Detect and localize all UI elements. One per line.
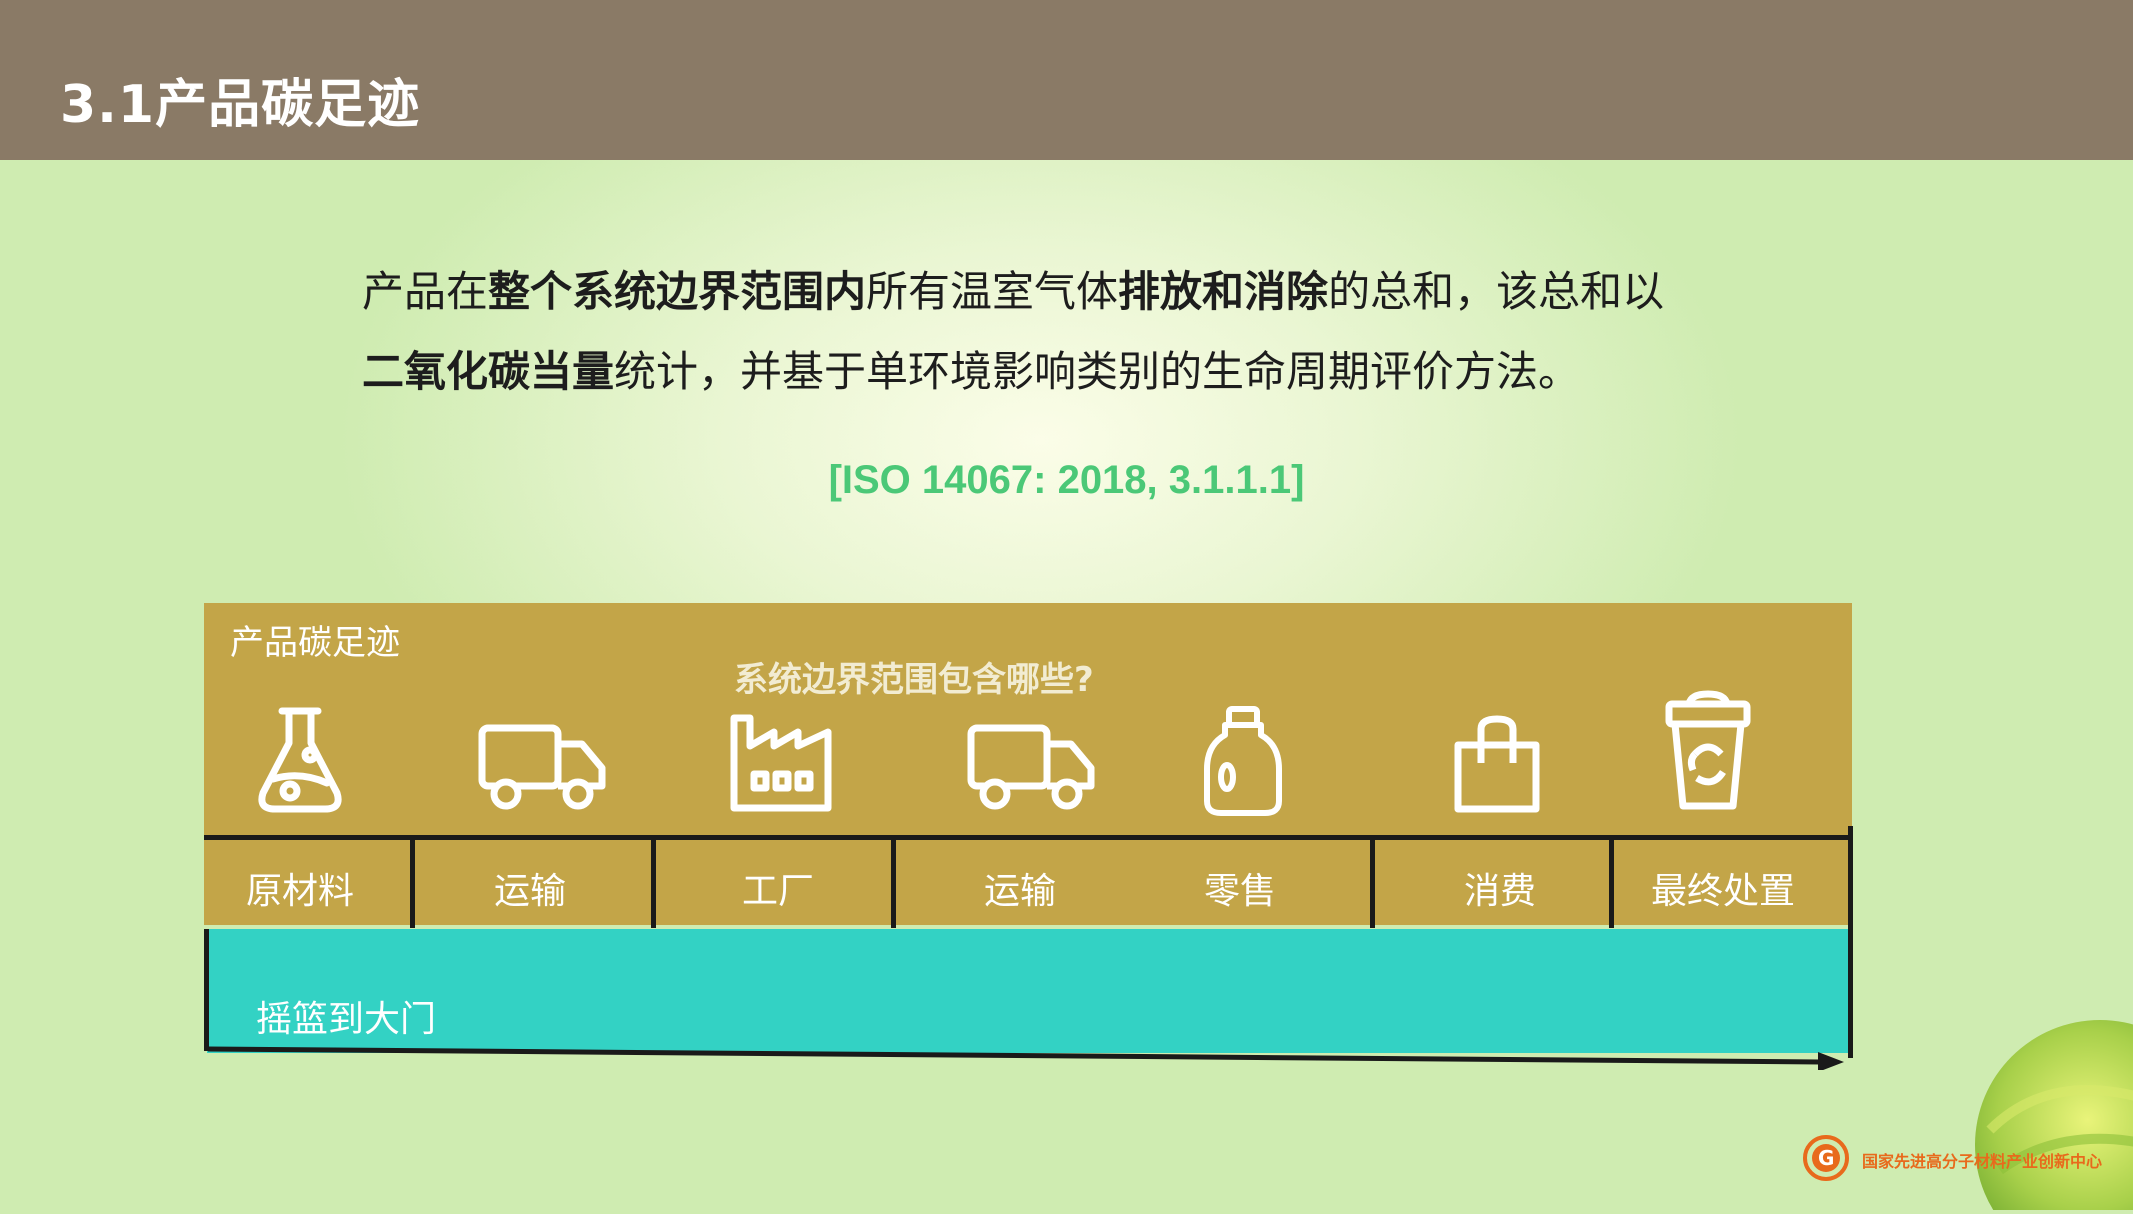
definition-paragraph: 产品在整个系统边界范围内所有温室气体排放和消除的总和，该总和以二氧化碳当量统计，… bbox=[362, 252, 1822, 412]
diagram-label: 产品碳足迹 bbox=[230, 623, 400, 663]
definition-text-4: 统计，并基于单环境影响类别的生命周期评价方法。 bbox=[614, 347, 1581, 396]
stage-transport-2: 运输 bbox=[983, 871, 1057, 912]
diagram-question: 系统边界范围包含哪些? bbox=[734, 660, 1094, 700]
shopping-bag-icon bbox=[1453, 715, 1541, 815]
stage-separator bbox=[651, 838, 656, 928]
stage-raw-materials: 原材料 bbox=[245, 871, 355, 912]
bottle-icon bbox=[1203, 705, 1283, 817]
definition-text-2: 所有温室气体 bbox=[866, 267, 1119, 316]
flask-icon bbox=[255, 705, 345, 815]
scope-left-edge bbox=[204, 929, 209, 1051]
truck-icon bbox=[478, 722, 606, 812]
definition-bold-2: 排放和消除 bbox=[1118, 267, 1329, 316]
stage-consumption: 消费 bbox=[1463, 871, 1537, 912]
definition-text-1: 产品在 bbox=[362, 267, 489, 316]
definition-bold-3: 二氧化碳当量 bbox=[362, 347, 615, 396]
stage-disposal: 最终处置 bbox=[1650, 871, 1796, 912]
stage-separator bbox=[1609, 838, 1614, 928]
definition-bold-1: 整个系统边界范围内 bbox=[488, 267, 867, 316]
definition-text-3: 的总和，该总和以 bbox=[1328, 267, 1665, 316]
factory-icon bbox=[728, 712, 836, 812]
page-title: 3.1产品碳足迹 bbox=[60, 75, 421, 135]
truck-icon bbox=[967, 722, 1095, 812]
svg-text:G: G bbox=[1818, 1146, 1834, 1170]
scope-arrow bbox=[204, 1040, 1844, 1072]
stage-divider-line bbox=[204, 835, 1850, 840]
scope-band bbox=[207, 929, 1848, 1053]
logo-text: 国家先进高分子材料产业创新中心 bbox=[1862, 1152, 2103, 1171]
iso-citation: [ISO 14067: 2018, 3.1.1.1] bbox=[828, 458, 1305, 502]
scope-right-edge bbox=[1848, 826, 1853, 1058]
stage-separator bbox=[1370, 838, 1375, 928]
stage-transport-1: 运输 bbox=[493, 871, 567, 912]
stage-factory: 工厂 bbox=[741, 871, 815, 912]
stage-separator bbox=[891, 838, 896, 928]
stage-retail: 零售 bbox=[1203, 871, 1277, 912]
stage-separator bbox=[410, 838, 415, 928]
recycle-cup-icon bbox=[1665, 690, 1751, 812]
scope-label: 摇篮到大门 bbox=[256, 999, 437, 1040]
